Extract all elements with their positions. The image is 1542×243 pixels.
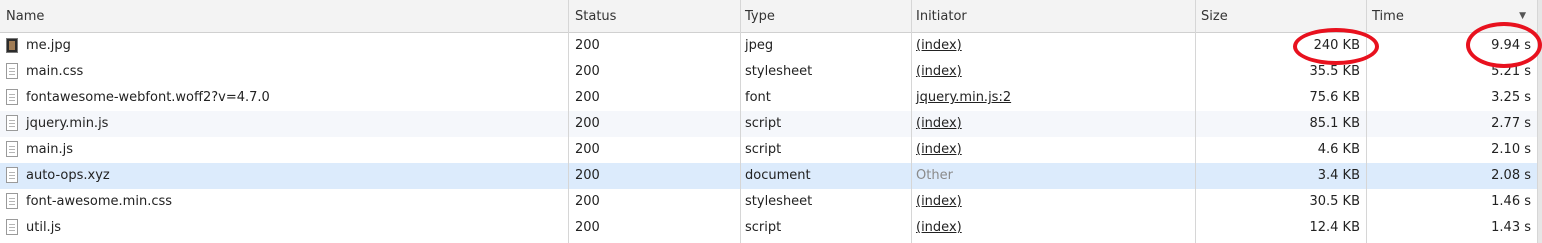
request-time: 5.21 s xyxy=(1491,64,1531,79)
request-status: 200 xyxy=(575,90,600,105)
network-request-table: Name Status Type Initiator Size Time ▼ m… xyxy=(0,0,1542,243)
initiator-link[interactable]: (index) xyxy=(916,220,962,235)
request-type: jpeg xyxy=(745,38,774,53)
column-divider[interactable] xyxy=(1366,0,1367,243)
request-initiator: (index) xyxy=(912,59,1196,85)
column-header-name[interactable]: Name xyxy=(0,0,569,32)
request-size: 12.4 KB xyxy=(1309,220,1360,235)
request-initiator: (index) xyxy=(912,137,1196,163)
request-size: 4.6 KB xyxy=(1317,142,1360,157)
request-initiator: (index) xyxy=(912,215,1196,241)
request-initiator: Other xyxy=(912,163,1196,189)
table-row[interactable]: me.jpg 200 jpeg (index) 240 KB 9.94 s xyxy=(0,33,1542,59)
table-row[interactable]: util.js 200 script (index) 12.4 KB 1.43 … xyxy=(0,215,1542,241)
request-type: script xyxy=(745,142,782,157)
request-type: stylesheet xyxy=(745,194,813,209)
request-name[interactable]: auto-ops.xyz xyxy=(0,163,569,189)
request-time: 2.77 s xyxy=(1491,116,1531,131)
table-row-selected[interactable]: auto-ops.xyz 200 document Other 3.4 KB 2… xyxy=(0,163,1542,189)
request-size: 30.5 KB xyxy=(1309,194,1360,209)
request-status: 200 xyxy=(575,38,600,53)
request-status: 200 xyxy=(575,142,600,157)
initiator-link[interactable]: (index) xyxy=(916,38,962,53)
request-name[interactable]: font-awesome.min.css xyxy=(0,189,569,215)
request-type: font xyxy=(745,90,771,105)
initiator-link[interactable]: (index) xyxy=(916,194,962,209)
request-name[interactable]: util.js xyxy=(0,215,569,241)
request-name[interactable]: jquery.min.js xyxy=(0,111,569,137)
column-divider[interactable] xyxy=(911,0,912,243)
request-type: stylesheet xyxy=(745,64,813,79)
request-status: 200 xyxy=(575,168,600,183)
request-time: 9.94 s xyxy=(1491,38,1531,53)
request-status: 200 xyxy=(575,64,600,79)
request-name[interactable]: me.jpg xyxy=(0,33,569,59)
request-time: 1.43 s xyxy=(1491,220,1531,235)
initiator-link[interactable]: (index) xyxy=(916,116,962,131)
initiator-text: Other xyxy=(916,168,953,183)
request-initiator: jquery.min.js:2 xyxy=(912,85,1196,111)
request-size: 85.1 KB xyxy=(1309,116,1360,131)
column-header-initiator[interactable]: Initiator xyxy=(912,0,1196,32)
request-status: 200 xyxy=(575,220,600,235)
request-name[interactable]: main.css xyxy=(0,59,569,85)
request-name[interactable]: main.js xyxy=(0,137,569,163)
request-time: 2.08 s xyxy=(1491,168,1531,183)
request-type: document xyxy=(745,168,811,183)
column-header-time-label: Time xyxy=(1372,9,1404,24)
request-size: 75.6 KB xyxy=(1309,90,1360,105)
request-time: 1.46 s xyxy=(1491,194,1531,209)
request-time: 2.10 s xyxy=(1491,142,1531,157)
column-header-type[interactable]: Type xyxy=(741,0,912,32)
table-header: Name Status Type Initiator Size Time ▼ xyxy=(0,0,1542,33)
initiator-link[interactable]: jquery.min.js:2 xyxy=(916,90,1011,105)
table-row[interactable]: main.css 200 stylesheet (index) 35.5 KB … xyxy=(0,59,1542,85)
column-header-status[interactable]: Status xyxy=(569,0,741,32)
request-initiator: (index) xyxy=(912,189,1196,215)
request-initiator: (index) xyxy=(912,33,1196,59)
request-type: script xyxy=(745,220,782,235)
sort-descending-icon[interactable]: ▼ xyxy=(1519,0,1526,32)
table-row[interactable]: fontawesome-webfont.woff2?v=4.7.0 200 fo… xyxy=(0,85,1542,111)
request-status: 200 xyxy=(575,194,600,209)
request-status: 200 xyxy=(575,116,600,131)
request-time: 3.25 s xyxy=(1491,90,1531,105)
vertical-scrollbar[interactable] xyxy=(1538,0,1542,243)
request-size: 35.5 KB xyxy=(1309,64,1360,79)
column-header-time[interactable]: Time ▼ xyxy=(1367,0,1538,32)
request-name[interactable]: fontawesome-webfont.woff2?v=4.7.0 xyxy=(0,85,569,111)
request-type: script xyxy=(745,116,782,131)
initiator-link[interactable]: (index) xyxy=(916,142,962,157)
initiator-link[interactable]: (index) xyxy=(916,64,962,79)
table-row[interactable]: main.js 200 script (index) 4.6 KB 2.10 s xyxy=(0,137,1542,163)
table-row[interactable]: jquery.min.js 200 script (index) 85.1 KB… xyxy=(0,111,1542,137)
request-size: 240 KB xyxy=(1313,38,1360,53)
request-initiator: (index) xyxy=(912,111,1196,137)
column-header-size[interactable]: Size xyxy=(1196,0,1367,32)
table-row[interactable]: font-awesome.min.css 200 stylesheet (ind… xyxy=(0,189,1542,215)
request-size: 3.4 KB xyxy=(1317,168,1360,183)
column-divider[interactable] xyxy=(1195,0,1196,243)
column-divider[interactable] xyxy=(568,0,569,243)
column-divider[interactable] xyxy=(740,0,741,243)
